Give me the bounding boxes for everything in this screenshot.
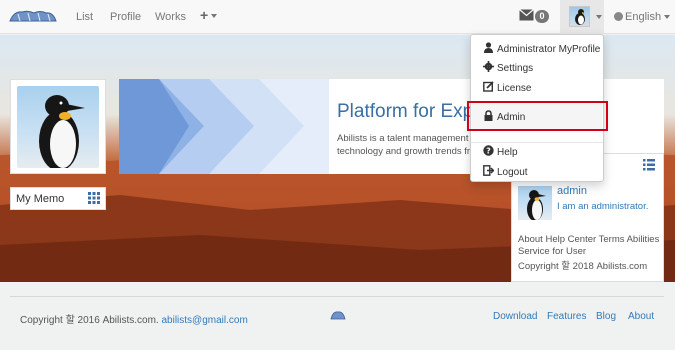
menu-item-logout[interactable]: Logout — [483, 165, 528, 178]
menu-item-label: Logout — [497, 167, 528, 178]
question-icon: ? — [483, 145, 494, 156]
penguin-icon — [575, 9, 585, 25]
add-menu-button[interactable]: + — [200, 7, 218, 23]
globe-icon — [614, 12, 623, 21]
user-menu-toggle[interactable] — [560, 0, 604, 34]
nav-profile[interactable]: Profile — [110, 11, 141, 23]
nav-list[interactable]: List — [76, 11, 93, 23]
avatar — [569, 6, 590, 27]
banner-text-line: Abilists is a talent management s — [337, 133, 476, 144]
abilists-logo[interactable] — [8, 9, 58, 23]
grid-icon[interactable] — [88, 192, 100, 204]
menu-item-license[interactable]: License — [483, 81, 531, 94]
footer-link-features[interactable]: Features — [547, 311, 586, 322]
profile-photo[interactable] — [17, 86, 99, 168]
language-label: English — [625, 11, 662, 23]
memo-label: My Memo — [16, 193, 65, 205]
chevron-down-icon — [596, 15, 602, 19]
language-selector[interactable]: English — [614, 11, 671, 23]
user-icon — [484, 42, 493, 53]
svg-text:?: ? — [486, 146, 491, 155]
banner-title: Platform for Exp — [337, 101, 474, 122]
penguin-icon — [527, 190, 546, 220]
logout-icon — [483, 165, 494, 176]
panel-copyright: Copyright 할 2018 Abilists.com — [518, 261, 648, 272]
edit-icon — [483, 81, 494, 92]
footer-divider — [10, 296, 664, 297]
footer-link-blog[interactable]: Blog — [596, 311, 616, 322]
nav-works[interactable]: Works — [155, 11, 186, 23]
chevron-graphic — [119, 79, 329, 174]
footer-copyright: Copyright 할 2016 Abilists.com. abilists@… — [20, 311, 248, 326]
menu-item-label: License — [497, 83, 532, 94]
abilists-small-logo[interactable] — [330, 310, 346, 320]
my-memo-card[interactable]: My Memo — [10, 187, 106, 210]
banner-text-line: technology and growth trends fro — [337, 146, 476, 157]
menu-item-help[interactable]: ? Help — [483, 145, 518, 158]
panel-links: About Help Center Terms Abilities Servic… — [518, 234, 663, 258]
profile-card — [10, 79, 106, 174]
menu-item-my-profile[interactable]: Administrator MyProfile — [483, 42, 600, 55]
panel-links-line[interactable]: Service for User — [518, 246, 663, 258]
menu-item-label: Help — [497, 147, 518, 158]
banner-description: Abilists is a talent management s techno… — [337, 132, 487, 158]
chevron-down-icon — [211, 14, 218, 19]
menu-item-settings[interactable]: Settings — [483, 61, 533, 74]
avatar[interactable] — [518, 186, 552, 220]
menu-item-label: Settings — [497, 63, 534, 74]
plus-icon: + — [200, 7, 209, 23]
menu-item-label: Administrator MyProfile — [497, 44, 601, 55]
admin-description: I am an administrator. — [557, 201, 649, 212]
message-count-badge: 0 — [535, 10, 549, 23]
admin-name-link[interactable]: admin — [557, 185, 587, 197]
panel-links-line[interactable]: About Help Center Terms Abilities — [518, 234, 663, 246]
footer-email-link[interactable]: abilists@gmail.com — [161, 315, 247, 326]
gear-icon — [483, 61, 494, 72]
chevron-down-icon — [664, 15, 671, 20]
footer-copyright-text: Copyright 할 2016 Abilists.com. — [20, 315, 159, 326]
list-icon[interactable] — [643, 159, 655, 171]
banner-graphic — [119, 79, 329, 174]
penguin-icon — [39, 95, 85, 168]
top-navbar: List Profile Works + 0 English — [0, 0, 675, 34]
admin-highlight-box — [467, 101, 608, 131]
footer-link-download[interactable]: Download — [493, 311, 537, 322]
menu-divider — [471, 142, 603, 143]
envelope-icon[interactable] — [519, 9, 534, 21]
footer-link-about[interactable]: About — [628, 311, 654, 322]
